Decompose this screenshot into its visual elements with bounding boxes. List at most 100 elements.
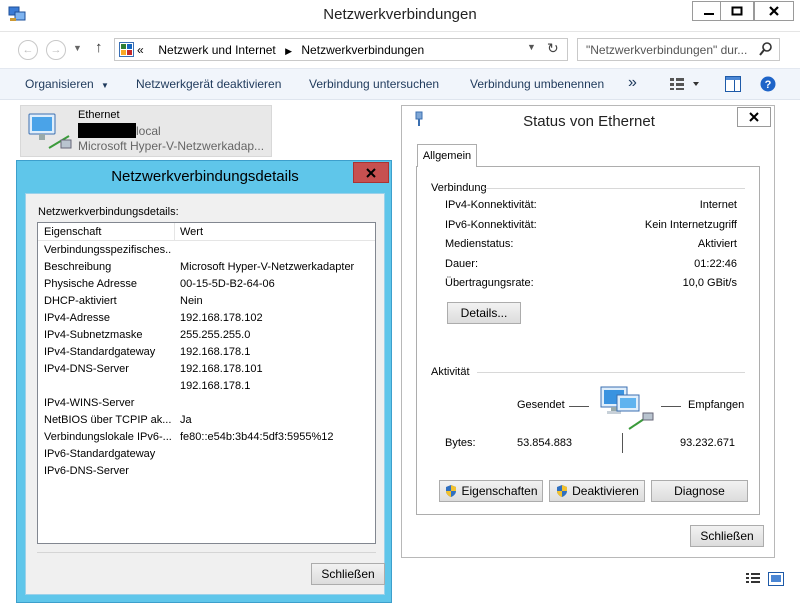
breadcrumb-network-connections[interactable]: Netzwerkverbindungen bbox=[301, 43, 424, 57]
connection-row-label: IPv6-Konnektivität: bbox=[445, 218, 537, 231]
connection-row-label: IPv4-Konnektivität: bbox=[445, 199, 537, 211]
back-button[interactable]: ← bbox=[18, 40, 38, 60]
shield-icon bbox=[557, 485, 568, 497]
group-divider bbox=[483, 188, 745, 189]
details-row-property: Verbindungsspezifisches... bbox=[44, 244, 172, 256]
connection-row-value: 01:22:46 bbox=[694, 257, 737, 270]
details-row-property: IPv4-Standardgateway bbox=[44, 346, 156, 358]
connection-row-label: Dauer: bbox=[445, 257, 479, 270]
adapter-network: local bbox=[136, 124, 161, 138]
address-history-dropdown[interactable]: ▼ bbox=[527, 42, 536, 52]
connection-row-label: Übertragungsrate: bbox=[445, 277, 534, 289]
properties-label: Eigenschaften bbox=[461, 484, 538, 498]
details-row[interactable]: DHCP-aktiviert Nein bbox=[38, 293, 375, 310]
bytes-sent: 53.854.883 bbox=[517, 437, 573, 449]
details-row-value: Microsoft Hyper-V-Netzwerkadapter bbox=[180, 261, 355, 273]
diagnose-connection-button[interactable]: Verbindung untersuchen bbox=[309, 77, 439, 91]
details-row[interactable]: IPv4-DNS-Server 192.168.178.101 bbox=[38, 361, 375, 378]
connection-row: Übertragungsrate: 10,0 GBit/s bbox=[417, 277, 761, 295]
deactivate-label: Deaktivieren bbox=[572, 484, 639, 498]
details-row-value: 00-15-5D-B2-64-06 bbox=[180, 278, 275, 290]
tab-general[interactable]: Allgemein bbox=[417, 144, 477, 167]
preview-pane-button[interactable] bbox=[725, 76, 741, 95]
command-bar: Organisieren ▼ Netzwerkgerät deaktiviere… bbox=[0, 68, 800, 100]
organize-label: Organisieren bbox=[25, 77, 94, 91]
status-close-button[interactable]: Schließen bbox=[690, 525, 764, 547]
deactivate-button[interactable]: Deaktivieren bbox=[549, 480, 645, 502]
navigation-bar: ← → ▼ ↑ « Netzwerk und Internet ▶ Netzwe… bbox=[0, 32, 800, 68]
forward-button[interactable]: → bbox=[46, 40, 66, 60]
activity-group-title: Aktivität bbox=[431, 366, 470, 378]
help-button[interactable]: ? bbox=[760, 76, 776, 95]
details-dialog-title: Netzwerkverbindungsdetails bbox=[111, 168, 299, 185]
connection-row: IPv6-Konnektivität: Kein Internetzugriff bbox=[417, 219, 761, 237]
connection-row-value: Aktiviert bbox=[697, 238, 737, 250]
details-row-property: NetBIOS über TCPIP ak... bbox=[44, 414, 172, 426]
search-field[interactable]: "Netzwerkverbindungen" dur... bbox=[577, 38, 780, 61]
details-row[interactable]: IPv4-Standardgateway 192.168.178.1 bbox=[38, 344, 375, 361]
diagnose-button[interactable]: Diagnose bbox=[651, 480, 748, 502]
arrow-left-icon: ← bbox=[22, 44, 34, 56]
ethernet-status-dialog: Status von Ethernet Allgemein Verbindung… bbox=[401, 105, 775, 558]
close-window-button[interactable] bbox=[754, 1, 794, 21]
breadcrumb-network-internet[interactable]: Netzwerk und Internet bbox=[158, 43, 275, 57]
breadcrumb-overflow[interactable]: « bbox=[137, 43, 144, 57]
details-row[interactable]: Physische Adresse 00-15-5D-B2-64-06 bbox=[38, 276, 375, 293]
chevron-right-icon[interactable]: ▶ bbox=[285, 46, 292, 56]
details-row[interactable]: NetBIOS über TCPIP ak... Ja bbox=[38, 412, 375, 429]
large-icons-view-icon bbox=[768, 572, 784, 586]
search-icon[interactable] bbox=[759, 41, 773, 60]
view-details-icon bbox=[670, 78, 699, 90]
details-row[interactable]: IPv6-DNS-Server bbox=[38, 463, 375, 480]
divider bbox=[37, 552, 376, 553]
details-row[interactable]: IPv4-Adresse 192.168.178.102 bbox=[38, 310, 375, 327]
address-field[interactable]: « Netzwerk und Internet ▶ Netzwerkverbin… bbox=[114, 38, 568, 61]
details-row-property: Beschreibung bbox=[44, 261, 112, 273]
details-row-value: Nein bbox=[180, 295, 203, 307]
control-panel-icon bbox=[119, 42, 134, 60]
details-close-button[interactable] bbox=[353, 162, 389, 183]
chevron-down-icon: ▼ bbox=[527, 42, 536, 52]
bytes-received: 93.232.671 bbox=[680, 437, 736, 449]
details-close-dialog-button[interactable]: Schließen bbox=[311, 563, 385, 585]
more-commands-button[interactable]: » bbox=[628, 74, 637, 92]
breadcrumb: « Netzwerk und Internet ▶ Netzwerkverbin… bbox=[137, 43, 424, 57]
organize-menu[interactable]: Organisieren ▼ bbox=[25, 77, 109, 91]
maximize-button[interactable] bbox=[720, 1, 754, 21]
connection-row-value: 10,0 GBit/s bbox=[682, 277, 737, 289]
chevron-down-icon: ▼ bbox=[73, 43, 82, 53]
details-row[interactable]: IPv4-Subnetzmaske 255.255.255.0 bbox=[38, 327, 375, 344]
tiles-view-toggle[interactable] bbox=[768, 572, 784, 589]
recent-locations-dropdown[interactable]: ▼ bbox=[73, 43, 82, 53]
bytes-label: Bytes: bbox=[445, 437, 476, 449]
details-row[interactable]: 192.168.178.1 bbox=[38, 378, 375, 395]
disable-device-button[interactable]: Netzwerkgerät deaktivieren bbox=[136, 77, 281, 91]
details-row[interactable]: Verbindungslokale IPv6-... fe80::e54b:3b4… bbox=[38, 429, 375, 446]
refresh-button[interactable]: ↻ bbox=[547, 40, 559, 57]
status-close-x-button[interactable] bbox=[737, 107, 771, 127]
up-button[interactable]: ↑ bbox=[95, 39, 103, 56]
properties-button[interactable]: Eigenschaften bbox=[439, 480, 543, 502]
column-header-property[interactable]: Eigenschaft bbox=[44, 226, 101, 238]
details-button[interactable]: Details... bbox=[447, 302, 521, 324]
shield-icon bbox=[446, 485, 457, 497]
details-row[interactable]: IPv6-Standardgateway bbox=[38, 446, 375, 463]
column-divider[interactable] bbox=[174, 223, 175, 241]
ethernet-connection-item[interactable]: Ethernet local Microsoft Hyper-V-Netzwer… bbox=[20, 105, 272, 157]
status-dialog-title: Status von Ethernet bbox=[523, 113, 655, 130]
details-row-value: Ja bbox=[180, 414, 192, 426]
column-header-value[interactable]: Wert bbox=[180, 226, 203, 238]
details-row[interactable]: Beschreibung Microsoft Hyper-V-Netzwerkad… bbox=[38, 259, 375, 276]
received-line bbox=[661, 406, 681, 407]
details-list[interactable]: Eigenschaft Wert Verbindungsspezifisches… bbox=[37, 222, 376, 544]
details-row[interactable]: IPv4-WINS-Server bbox=[38, 395, 375, 412]
help-icon: ? bbox=[760, 76, 776, 92]
connection-row: Dauer: 01:22:46 bbox=[417, 258, 761, 276]
rename-connection-button[interactable]: Verbindung umbenennen bbox=[470, 77, 604, 91]
change-view-button[interactable] bbox=[669, 77, 699, 94]
search-placeholder: "Netzwerkverbindungen" dur... bbox=[586, 43, 748, 57]
details-view-toggle[interactable] bbox=[745, 572, 761, 589]
details-dialog-body: Netzwerkverbindungsdetails: Eigenschaft … bbox=[25, 193, 385, 595]
details-row-property: Physische Adresse bbox=[44, 278, 137, 290]
details-row[interactable]: Verbindungsspezifisches... bbox=[38, 242, 375, 259]
